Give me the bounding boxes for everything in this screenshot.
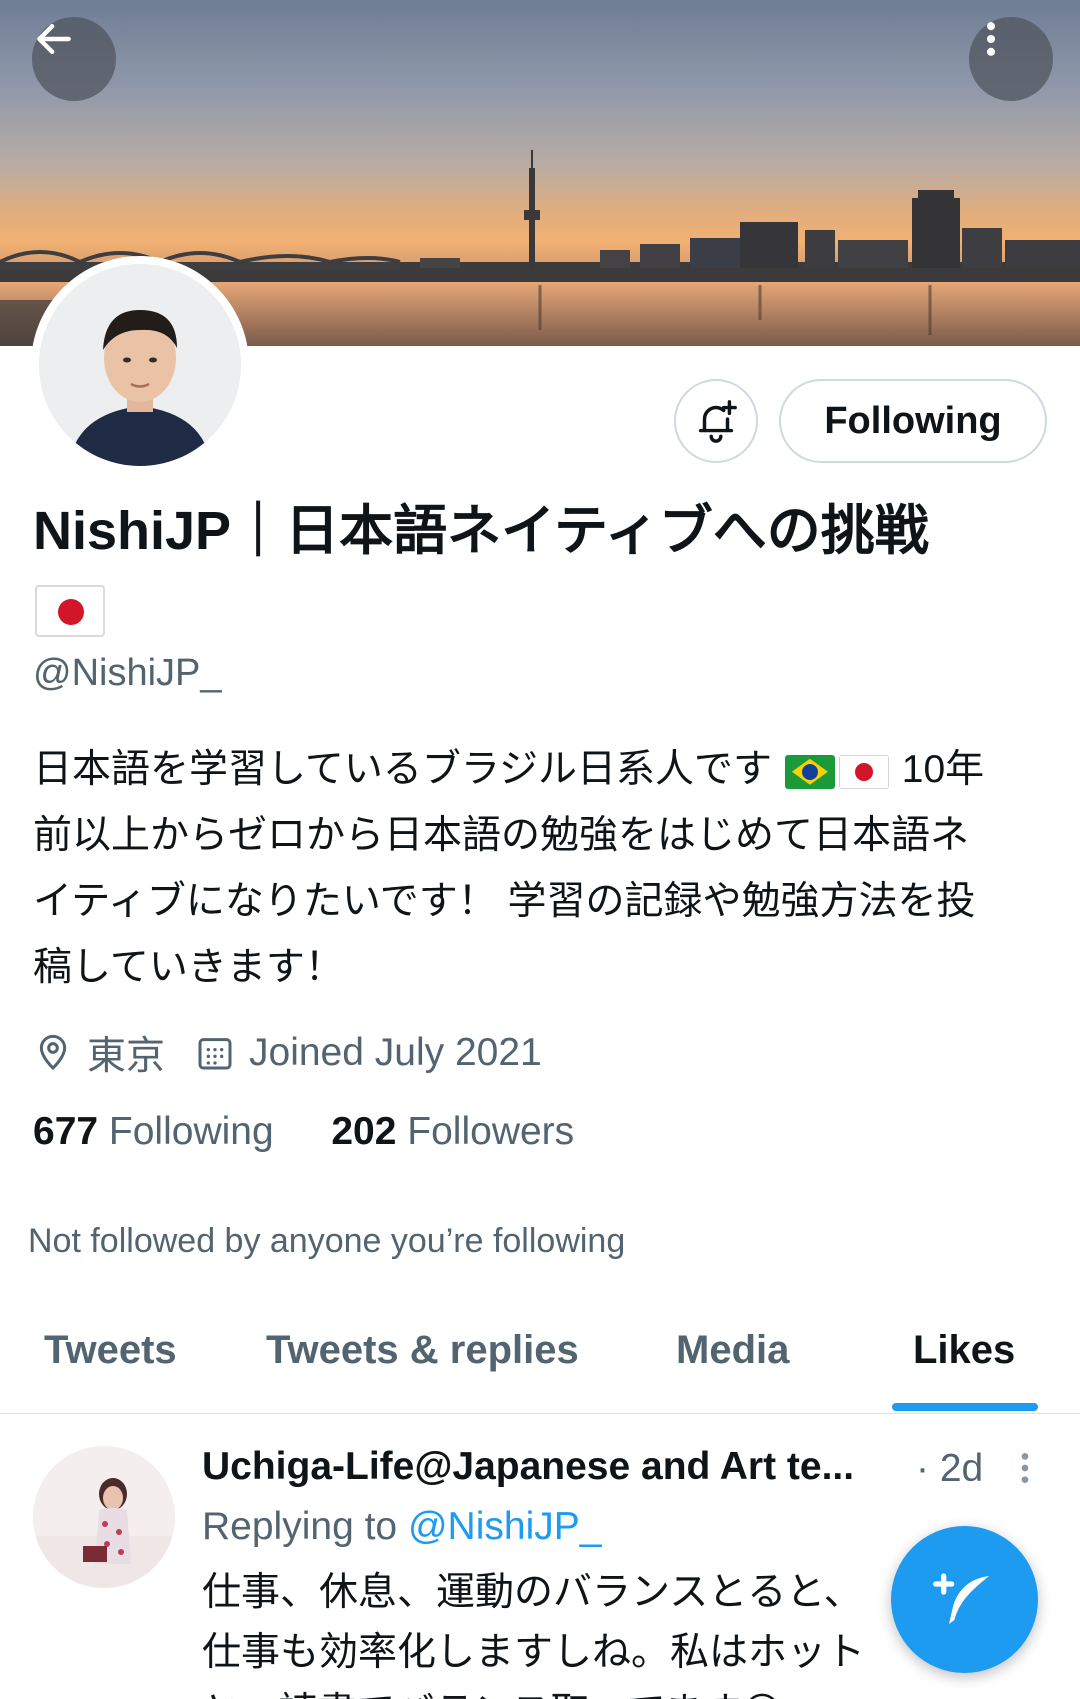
location-text: 東京: [87, 1035, 166, 1078]
following-button[interactable]: Following: [779, 379, 1047, 463]
active-tab-indicator: [892, 1403, 1038, 1411]
following-count: 677: [33, 1110, 99, 1153]
tab-media[interactable]: Media: [676, 1328, 789, 1373]
more-vertical-icon: [1021, 1453, 1029, 1483]
followers-stat[interactable]: 202 Followers: [331, 1110, 574, 1153]
tweet-more-button[interactable]: [1010, 1448, 1040, 1488]
compose-tweet-button[interactable]: [891, 1526, 1038, 1673]
japan-flag-icon: [838, 754, 889, 789]
tweet-timestamp[interactable]: · 2d: [916, 1447, 983, 1491]
bio-line: イティブになりたいです！ 学習の記録や勉強方法を投: [33, 880, 976, 923]
brazil-flag-icon: [784, 754, 835, 789]
replying-to-label: Replying to: [202, 1505, 398, 1548]
display-name: NishiJP｜日本語ネイティブへの挑戦: [33, 501, 929, 561]
bio-line: 稿していきます！: [33, 946, 344, 989]
tab-tweets-replies[interactable]: Tweets & replies: [266, 1328, 579, 1373]
followers-label: Followers: [407, 1110, 575, 1153]
tweet-text-line: と、読書でバランス取ってます😊: [202, 1683, 1062, 1699]
arrow-left-icon: [37, 23, 71, 55]
tab-tweets[interactable]: Tweets: [44, 1328, 177, 1373]
tweet-author-avatar[interactable]: [33, 1446, 175, 1588]
tweet-author-name[interactable]: Uchiga-Life@Japanese and Art te...: [202, 1445, 854, 1488]
back-button[interactable]: [32, 17, 116, 101]
more-vertical-icon: [986, 22, 996, 56]
not-followed-notice: Not followed by anyone you’re following: [28, 1222, 626, 1260]
tweet-header: Uchiga-Life@Japanese and Art te...: [202, 1445, 854, 1489]
avatar-image: [39, 264, 241, 466]
location-pin-icon: [33, 1033, 73, 1073]
bio-text: 日本語を学習しているブラジル日系人です: [33, 748, 773, 791]
compose-tweet-icon: [932, 1572, 989, 1624]
followers-count: 202: [331, 1110, 397, 1153]
tab-likes[interactable]: Likes: [913, 1328, 1015, 1373]
bell-plus-icon: [698, 400, 737, 443]
follow-stats: 677 Following 202 Followers: [33, 1110, 574, 1154]
bio-line: 前以上からゼロから日本語の勉強をはじめて日本語ネ: [33, 814, 970, 857]
joined-date: Joined July 2021: [249, 1031, 542, 1074]
following-label: Following: [108, 1110, 274, 1153]
replying-to: Replying to @NishiJP_: [202, 1505, 601, 1549]
bio-line: 日本語を学習しているブラジル日系人です 10年: [33, 737, 1053, 803]
user-handle: @NishiJP_: [33, 652, 222, 694]
calendar-icon: [195, 1033, 235, 1073]
profile-bio: 日本語を学習しているブラジル日系人です 10年 前以上からゼロから日本語の勉強を…: [33, 737, 1053, 1001]
mention-link[interactable]: @NishiJP_: [408, 1505, 601, 1548]
notifications-toggle-button[interactable]: [674, 379, 758, 463]
bio-text: 10年: [901, 748, 985, 791]
more-options-button[interactable]: [969, 17, 1053, 101]
japan-flag-icon: [35, 585, 105, 637]
profile-tabs: Tweets Tweets & replies Media Likes: [0, 1310, 1080, 1414]
profile-meta: 東京 Joined July 2021: [33, 1025, 542, 1081]
profile-avatar[interactable]: [31, 256, 249, 474]
following-stat[interactable]: 677 Following: [33, 1110, 274, 1153]
